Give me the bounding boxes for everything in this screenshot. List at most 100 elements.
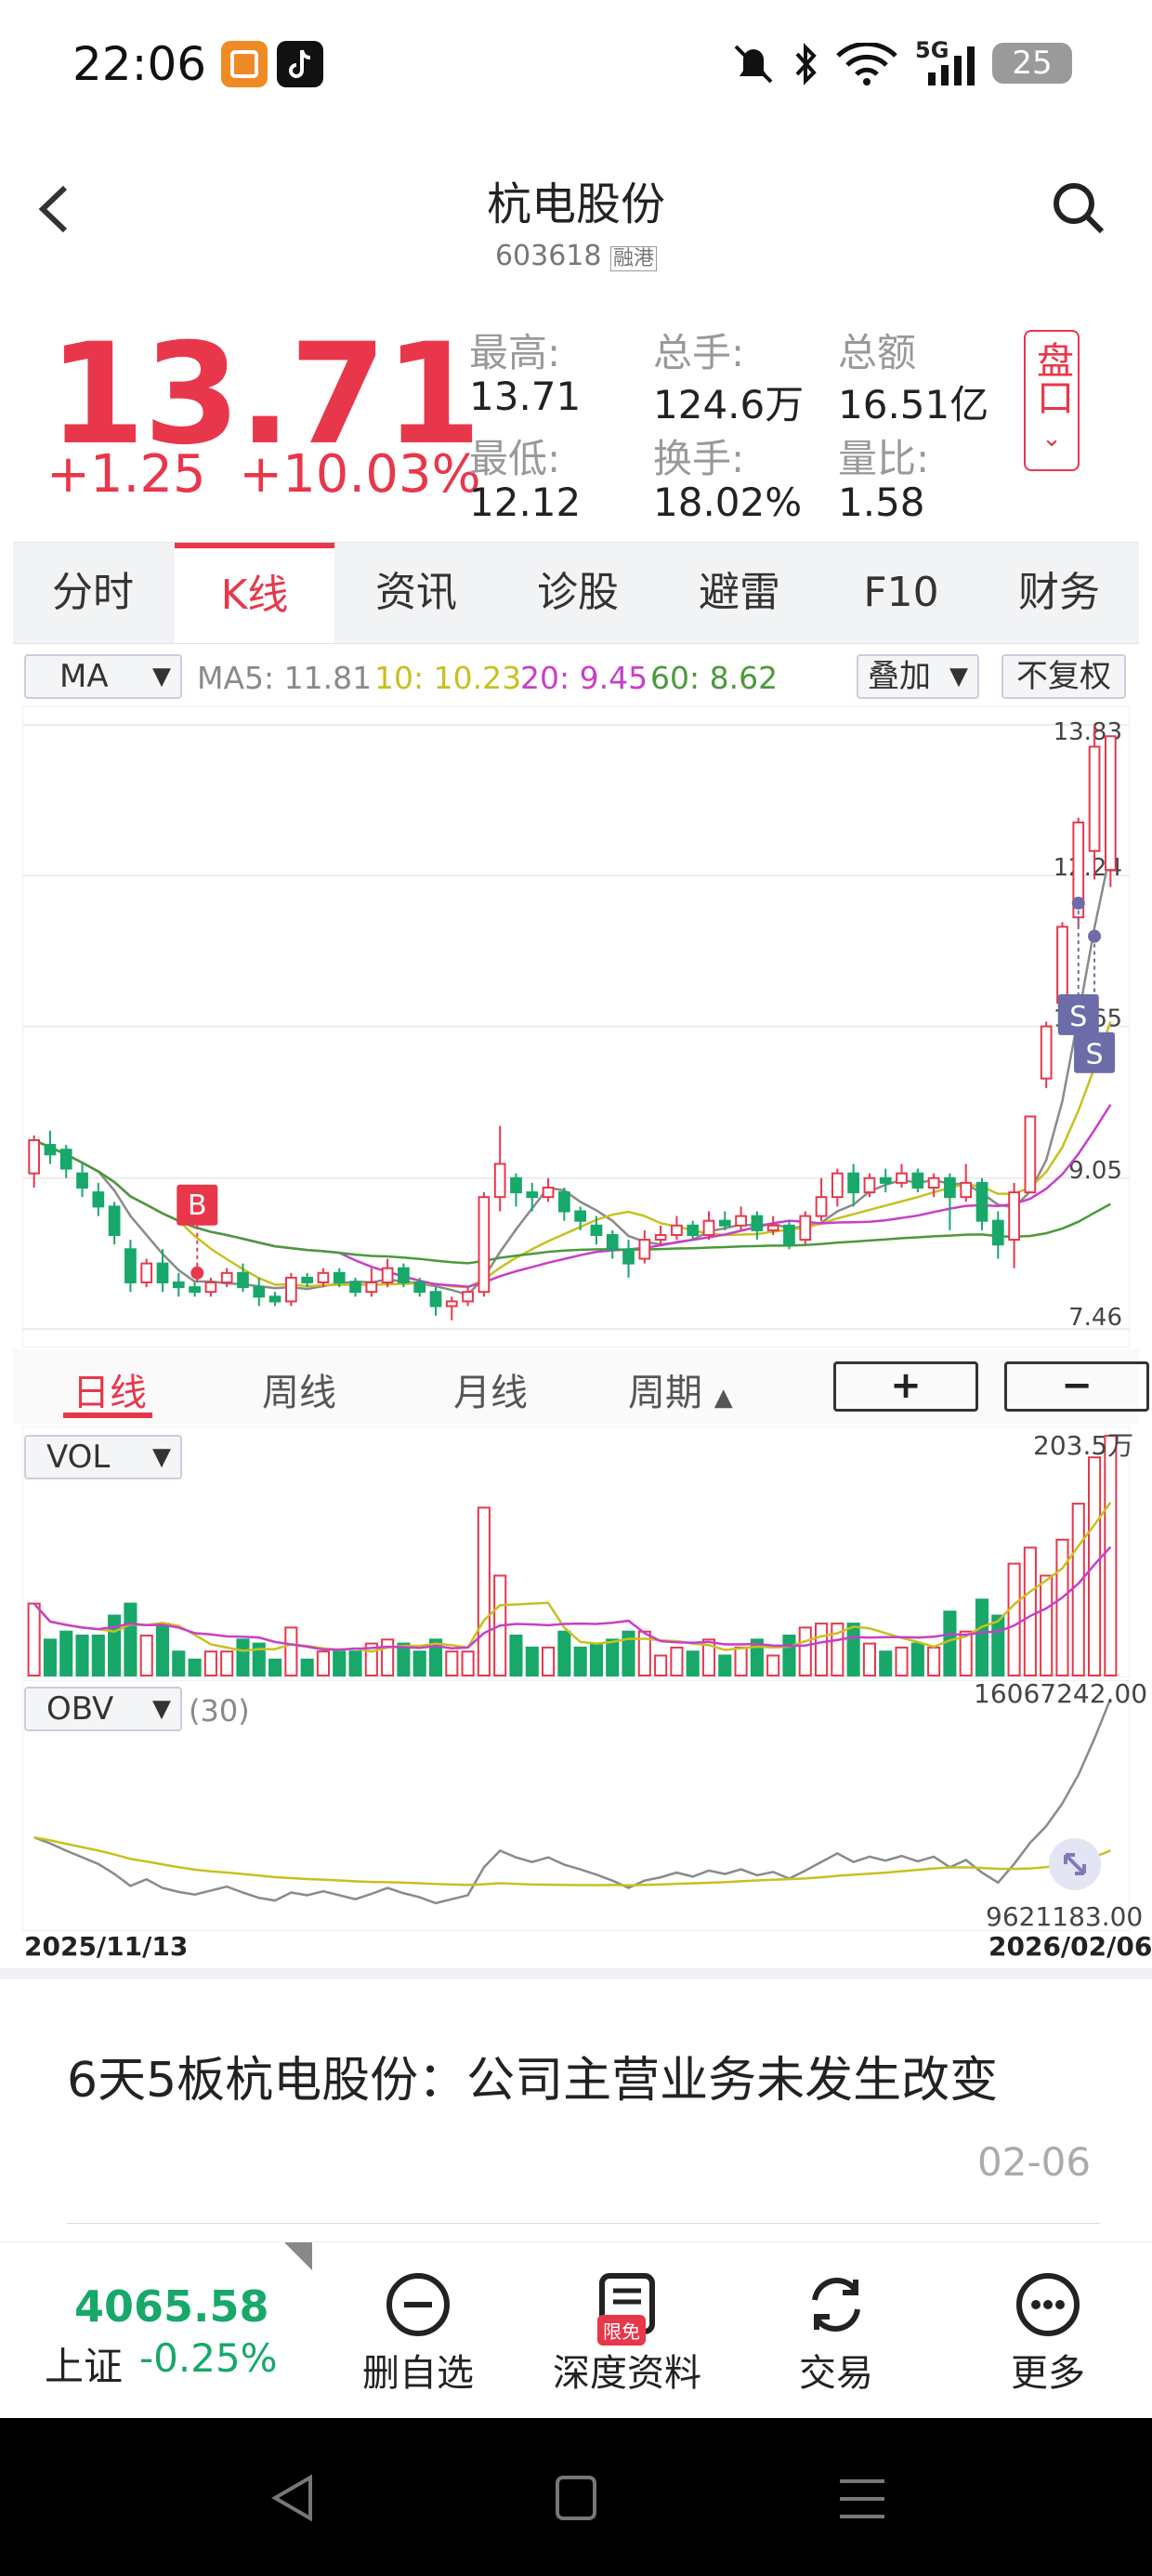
volume-bar <box>525 1646 539 1676</box>
candle-body <box>317 1271 330 1283</box>
kline-chart[interactable]: 13.8312.2410.659.057.46BSS <box>22 706 1130 1347</box>
volume-bar <box>862 1642 876 1677</box>
more-button[interactable]: 更多 <box>983 2261 1113 2410</box>
candle-body <box>1104 735 1117 872</box>
news-item[interactable]: 6天5板杭电股份：公司主营业务未发生改变 02-06 <box>13 1979 1139 2240</box>
dropdown-arrow-icon: ▼ <box>152 663 171 690</box>
sell-marker-dot <box>1071 896 1085 910</box>
index-value: 4065.58 <box>74 2281 269 2332</box>
deep-data-label: 深度资料 <box>553 2352 701 2395</box>
volume-bar <box>268 1658 282 1677</box>
pankou-label: 盘口 <box>1030 341 1073 415</box>
candle-body <box>526 1191 539 1199</box>
candle-body <box>766 1224 779 1231</box>
candle-body <box>896 1172 908 1184</box>
candle <box>1024 1115 1037 1194</box>
zoom-in-button[interactable]: + <box>833 1361 978 1412</box>
x-start-label: 2025/11/13 <box>24 1931 189 1962</box>
vol-selector[interactable]: VOL ▼ <box>24 1435 182 1479</box>
volume-bar <box>782 1635 796 1676</box>
turnover-value: 18.02% <box>653 480 803 525</box>
period-daily[interactable]: 日线 <box>72 1362 147 1416</box>
triangle-up-icon: ▲ <box>713 1384 733 1412</box>
ma-selector[interactable]: MA ▼ <box>24 654 182 699</box>
zoom-out-button[interactable]: − <box>1004 1361 1149 1412</box>
candle-body <box>156 1262 169 1284</box>
candle-body <box>879 1176 892 1184</box>
price-change: +1.25 +10.03% <box>46 444 481 505</box>
obv-selector[interactable]: OBV ▼ <box>24 1687 182 1731</box>
candle-body <box>108 1205 121 1236</box>
overlay-selector[interactable]: 叠加 ▼ <box>857 654 979 699</box>
candle <box>478 1192 491 1297</box>
volume-bar <box>203 1650 217 1676</box>
period-monthly[interactable]: 月线 <box>453 1362 528 1416</box>
ma-selector-label: MA <box>59 658 109 695</box>
index-widget[interactable]: 4065.58 上证 -0.25% <box>0 2242 312 2419</box>
volume-bar <box>316 1650 330 1676</box>
candle-body <box>671 1224 683 1236</box>
tab-f10[interactable]: F10 <box>821 543 981 643</box>
deep-data-button[interactable]: 限免 深度资料 <box>543 2261 711 2410</box>
volume-bar <box>124 1602 137 1677</box>
nav-menu-icon[interactable] <box>838 2476 886 2522</box>
buy-marker-dot <box>190 1266 204 1280</box>
news-title: 6天5板杭电股份：公司主营业务未发生改变 <box>67 2053 999 2109</box>
volume-bar <box>75 1635 89 1676</box>
period-selector[interactable]: 周期 ▲ <box>628 1362 733 1416</box>
candle-body <box>381 1267 394 1283</box>
volume-value: 124.6万 <box>653 382 805 427</box>
trade-label: 交易 <box>799 2352 873 2395</box>
candle-body <box>606 1233 619 1251</box>
candle-body <box>28 1138 41 1175</box>
nav-home-icon[interactable] <box>554 2472 598 2524</box>
obv-selector-label: OBV <box>46 1690 114 1728</box>
candle-body <box>398 1267 410 1283</box>
tab-kline[interactable]: K线 <box>175 543 334 643</box>
volume-chart[interactable] <box>22 1426 1130 1677</box>
candle-body <box>831 1172 844 1199</box>
candle-body <box>574 1210 587 1222</box>
candle-body <box>253 1286 266 1298</box>
low-value: 12.12 <box>469 480 582 525</box>
tab-risk[interactable]: 避雷 <box>660 543 819 643</box>
tab-finance[interactable]: 财务 <box>979 543 1139 643</box>
candle-body <box>462 1291 474 1303</box>
candle-body <box>1088 745 1101 852</box>
adjust-button[interactable]: 不复权 <box>1001 654 1126 699</box>
candle-body <box>1024 1115 1037 1194</box>
volume-bar <box>542 1646 556 1676</box>
candle-body <box>172 1281 185 1289</box>
tab-diagnosis[interactable]: 诊股 <box>498 543 658 643</box>
volume-bar <box>477 1506 491 1677</box>
pankou-button[interactable]: 盘口 ⌄ <box>1024 330 1080 471</box>
volume-bar <box>734 1646 748 1676</box>
nav-back-icon[interactable] <box>269 2472 316 2524</box>
volume-bar <box>59 1630 73 1676</box>
remove-watchlist-button[interactable]: 删自选 <box>353 2261 483 2410</box>
candle-body <box>622 1248 635 1265</box>
candle-body <box>140 1262 153 1284</box>
trade-button[interactable]: 交易 <box>771 2261 901 2410</box>
change-percent: +10.03% <box>239 444 481 505</box>
candle-body <box>638 1239 651 1260</box>
candle-body <box>1008 1191 1020 1242</box>
candle <box>783 1220 795 1250</box>
candle <box>140 1258 153 1288</box>
tab-fenshi[interactable]: 分时 <box>13 543 173 643</box>
tab-news[interactable]: 资讯 <box>336 543 496 643</box>
search-icon[interactable] <box>1050 179 1106 235</box>
tab-bar: 分时 K线 资讯 诊股 避雷 F10 财务 <box>13 542 1139 644</box>
candle-body <box>687 1224 700 1236</box>
wifi-icon <box>834 41 899 89</box>
candle-body <box>349 1281 361 1294</box>
period-weekly[interactable]: 周线 <box>262 1362 336 1416</box>
candle-body <box>333 1271 346 1283</box>
divider <box>0 1968 1152 1979</box>
volume-bar <box>236 1638 250 1677</box>
candle-body <box>863 1176 876 1194</box>
turnover-label: 换手: <box>653 436 745 481</box>
system-nav-bar <box>0 2418 1152 2576</box>
more-label: 更多 <box>1011 2352 1085 2395</box>
expand-icon[interactable] <box>1049 1838 1101 1890</box>
